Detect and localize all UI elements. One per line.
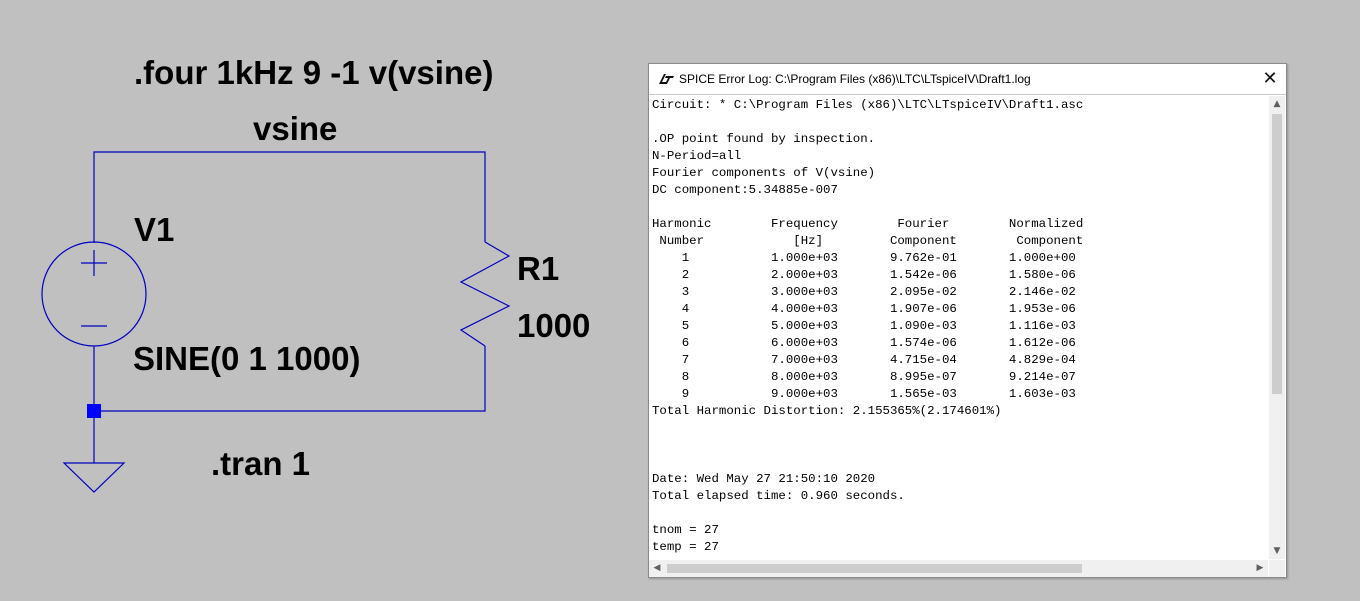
window-title: SPICE Error Log: C:\Program Files (x86)\… [679, 72, 1031, 86]
horizontal-scroll-thumb[interactable] [667, 564, 1082, 573]
horizontal-scrollbar[interactable]: ◀ ▶ [649, 560, 1268, 577]
log-line: 4 4.000e+03 1.907e-06 1.953e-06 [652, 302, 1076, 316]
junction-dot [87, 404, 101, 418]
scroll-right-icon[interactable]: ▶ [1252, 560, 1268, 577]
four-directive[interactable]: .four 1kHz 9 -1 v(vsine) [134, 54, 493, 92]
title-bar[interactable]: SPICE Error Log: C:\Program Files (x86)\… [649, 64, 1286, 95]
schematic-canvas[interactable]: .four 1kHz 9 -1 v(vsine) vsine V1 SINE(0… [0, 0, 640, 601]
log-line: temp = 27 [652, 540, 719, 554]
source-value-label[interactable]: SINE(0 1 1000) [133, 340, 360, 378]
log-line: 9 9.000e+03 1.565e-03 1.603e-03 [652, 387, 1076, 401]
ltspice-logo-icon [659, 74, 674, 84]
log-line: 3 3.000e+03 2.095e-02 2.146e-02 [652, 285, 1076, 299]
log-line: Total Harmonic Distortion: 2.155365%(2.1… [652, 404, 1002, 418]
log-line: tnom = 27 [652, 523, 719, 537]
log-line: Harmonic Frequency Fourier Normalized [652, 217, 1084, 231]
log-line: 2 2.000e+03 1.542e-06 1.580e-06 [652, 268, 1076, 282]
log-line: 1 1.000e+03 9.762e-01 1.000e+00 [652, 251, 1076, 265]
resistor-name-label[interactable]: R1 [517, 250, 559, 288]
log-line: Circuit: * C:\Program Files (x86)\LTC\LT… [652, 98, 1084, 112]
log-line: N-Period=all [652, 149, 742, 163]
spice-error-log-window[interactable]: SPICE Error Log: C:\Program Files (x86)\… [648, 63, 1287, 578]
vertical-scroll-thumb[interactable] [1272, 114, 1282, 394]
log-text-area[interactable]: Circuit: * C:\Program Files (x86)\LTC\LT… [652, 97, 1264, 559]
log-lines: Circuit: * C:\Program Files (x86)\LTC\LT… [652, 97, 1264, 556]
net-label-vsine[interactable]: vsine [253, 110, 337, 148]
ground-icon [62, 462, 126, 493]
scroll-left-icon[interactable]: ◀ [649, 560, 665, 577]
close-button[interactable]: ✕ [1254, 64, 1286, 94]
log-line: 5 5.000e+03 1.090e-03 1.116e-03 [652, 319, 1076, 333]
log-line: 6 6.000e+03 1.574e-06 1.612e-06 [652, 336, 1076, 350]
log-line: 7 7.000e+03 4.715e-04 4.829e-04 [652, 353, 1076, 367]
log-line: .OP point found by inspection. [652, 132, 876, 146]
log-line: Number [Hz] Component Component [652, 234, 1084, 248]
tran-directive[interactable]: .tran 1 [211, 445, 310, 483]
log-line: Date: Wed May 27 21:50:10 2020 [652, 472, 876, 486]
scroll-up-icon[interactable]: ▲ [1269, 96, 1285, 112]
source-name-label[interactable]: V1 [134, 211, 174, 249]
scroll-corner [1269, 560, 1285, 577]
log-line: 8 8.000e+03 8.995e-07 9.214e-07 [652, 370, 1076, 384]
log-line: Fourier components of V(vsine) [652, 166, 876, 180]
log-line: DC component:5.34885e-007 [652, 183, 838, 197]
log-line: Total elapsed time: 0.960 seconds. [652, 489, 905, 503]
scroll-down-icon[interactable]: ▼ [1269, 543, 1285, 559]
resistor-value-label[interactable]: 1000 [517, 307, 590, 345]
resistor-symbol [459, 241, 511, 347]
vertical-scrollbar[interactable]: ▲ ▼ [1269, 96, 1285, 559]
